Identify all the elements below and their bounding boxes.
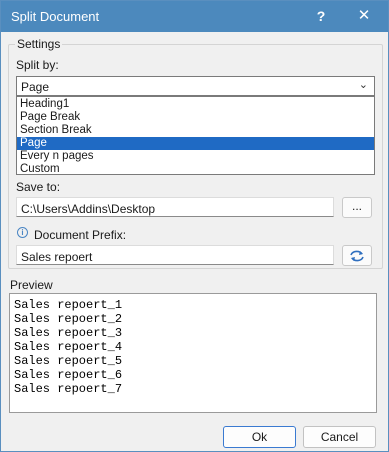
chevron-down-icon: ⌄ [358,79,368,91]
split-by-label: Split by: [16,58,59,72]
dropdown-option-selected[interactable]: Page [17,137,374,150]
cancel-button[interactable]: Cancel [303,426,376,448]
save-to-value: C:\Users\Addins\Desktop [21,202,156,216]
split-document-dialog: Split Document ? ✕ Settings Split by: Pa… [0,0,389,452]
close-button[interactable]: ✕ [353,5,375,27]
refresh-icon [350,250,364,262]
preview-item: Sales repoert_7 [14,382,123,396]
document-prefix-label: Document Prefix: [34,228,127,242]
document-prefix-input[interactable]: Sales repoert [16,245,334,265]
dropdown-option[interactable]: Page Break [17,111,374,124]
dropdown-option[interactable]: Every n pages [17,150,374,163]
split-by-select[interactable]: Page ⌄ [16,76,375,96]
settings-legend: Settings [15,37,63,51]
preview-list[interactable]: Sales repoert_1 Sales repoert_2 Sales re… [9,293,377,413]
help-button[interactable]: ? [311,6,331,26]
split-by-value: Page [21,80,50,94]
dialog-title: Split Document [11,9,100,24]
preview-item: Sales repoert_4 [14,340,123,354]
dropdown-option[interactable]: Heading1 [17,98,374,111]
preview-item: Sales repoert_6 [14,368,123,382]
refresh-button[interactable] [342,245,372,266]
browse-button[interactable]: ... [342,197,372,218]
preview-item: Sales repoert_3 [14,326,123,340]
split-by-dropdown-list: Heading1 Page Break Section Break Page E… [16,96,375,175]
title-bar: Split Document ? ✕ [1,1,388,32]
document-prefix-value: Sales repoert [21,250,93,264]
save-to-label: Save to: [16,180,61,194]
dropdown-option[interactable]: Custom [17,163,374,176]
dropdown-option[interactable]: Section Break [17,124,374,137]
ok-button[interactable]: Ok [223,426,296,448]
preview-label: Preview [10,278,53,292]
preview-item: Sales repoert_2 [14,312,123,326]
save-to-input[interactable]: C:\Users\Addins\Desktop [16,197,334,217]
preview-item: Sales repoert_1 [14,298,123,312]
info-icon: i [17,227,28,238]
preview-item: Sales repoert_5 [14,354,123,368]
